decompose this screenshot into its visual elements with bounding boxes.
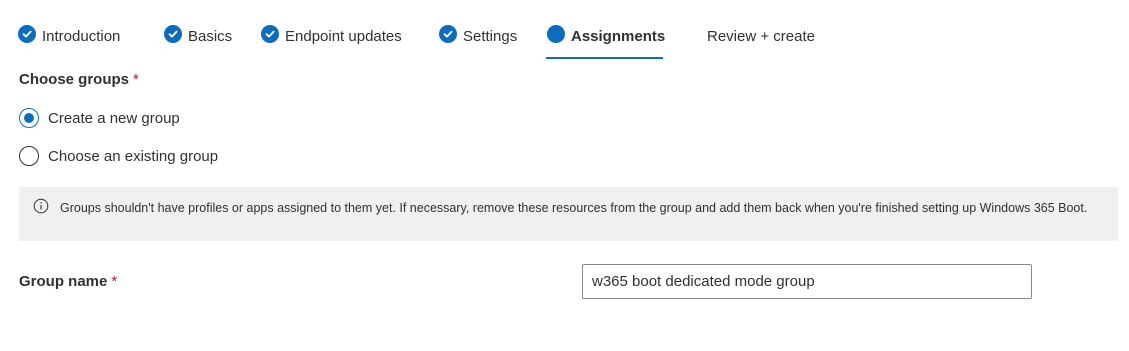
active-tab-underline <box>546 57 663 59</box>
tab-label: Assignments <box>571 27 666 45</box>
checkmark-circle-icon <box>18 25 36 43</box>
choose-groups-label: Choose groups * <box>19 71 139 88</box>
info-banner: Groups shouldn't have profiles or apps a… <box>19 187 1118 241</box>
assignments-page: Introduction Basics Endpoint updates Set… <box>0 0 1129 351</box>
info-banner-text: Groups shouldn't have profiles or apps a… <box>60 201 1088 215</box>
checkmark-circle-icon <box>164 25 182 43</box>
group-name-label: Group name * <box>19 273 117 290</box>
tab-label: Introduction <box>42 27 121 45</box>
tab-assignments[interactable]: Assignments <box>547 14 665 58</box>
radio-create-new-group[interactable]: Create a new group <box>19 108 180 128</box>
radio-label: Create a new group <box>48 109 180 127</box>
tab-settings[interactable]: Settings <box>439 14 517 58</box>
group-name-input[interactable] <box>582 264 1032 299</box>
tab-basics[interactable]: Basics <box>164 14 232 58</box>
tab-label: Settings <box>463 27 518 45</box>
tab-endpoint-updates[interactable]: Endpoint updates <box>261 14 402 58</box>
radio-choose-existing-group[interactable]: Choose an existing group <box>19 146 218 166</box>
choose-groups-label-text: Choose groups <box>19 71 130 88</box>
tab-introduction[interactable]: Introduction <box>18 14 120 58</box>
radio-button-unchecked[interactable] <box>19 146 39 166</box>
tab-label: Basics <box>188 27 233 45</box>
required-marker: * <box>111 273 118 290</box>
radio-label: Choose an existing group <box>48 147 219 165</box>
current-step-dot-icon <box>547 25 565 43</box>
group-name-label-text: Group name <box>19 273 108 290</box>
tab-review-create[interactable]: Review + create <box>707 14 815 58</box>
required-marker: * <box>133 71 139 88</box>
radio-button-checked[interactable] <box>19 108 39 128</box>
tab-label: Review + create <box>707 27 815 45</box>
checkmark-circle-icon <box>439 25 457 43</box>
tab-label: Endpoint updates <box>285 27 402 45</box>
checkmark-circle-icon <box>261 25 279 43</box>
info-icon <box>33 198 49 214</box>
